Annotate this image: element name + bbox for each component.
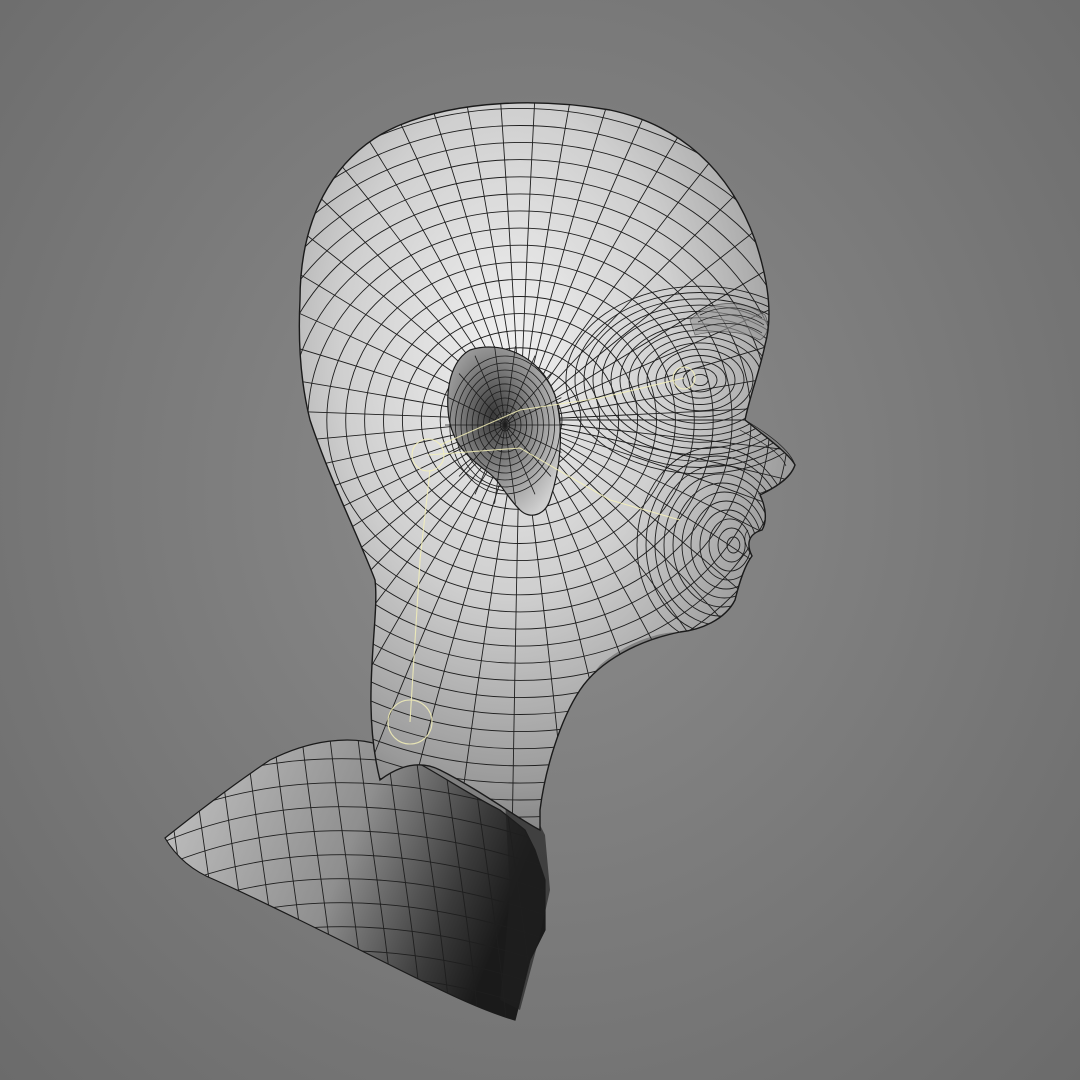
viewport-canvas[interactable] — [0, 0, 1080, 1080]
3d-viewport[interactable] — [0, 0, 1080, 1080]
